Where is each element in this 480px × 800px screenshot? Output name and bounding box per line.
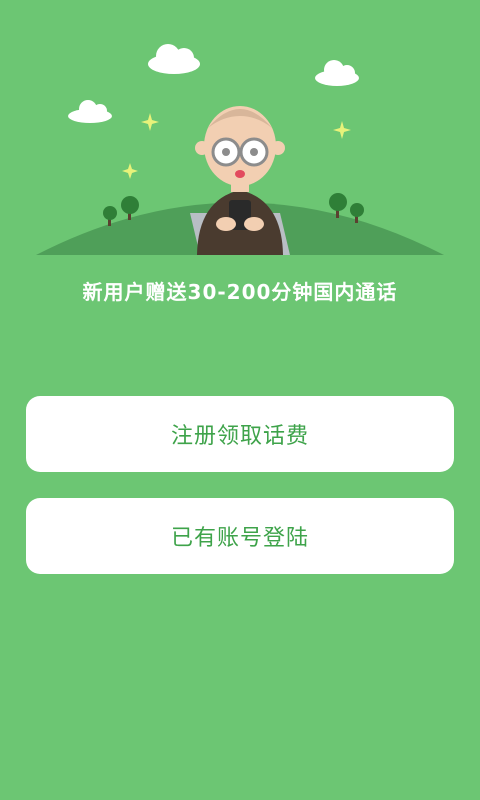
cloud-icon: [315, 60, 359, 86]
hero-illustration: [0, 0, 480, 270]
sparkle-icon: [141, 113, 159, 131]
hero-svg: [36, 44, 444, 255]
login-button[interactable]: 已有账号登陆: [26, 498, 454, 574]
promo-tagline: 新用户赠送30-200分钟国内通话: [82, 280, 398, 304]
cloud-icon: [68, 100, 112, 123]
cloud-icon: [148, 44, 200, 74]
register-button[interactable]: 注册领取话费: [26, 396, 454, 472]
old-man-illustration: [190, 106, 290, 255]
sparkle-icon: [333, 121, 351, 139]
sparkle-icon: [122, 163, 138, 179]
